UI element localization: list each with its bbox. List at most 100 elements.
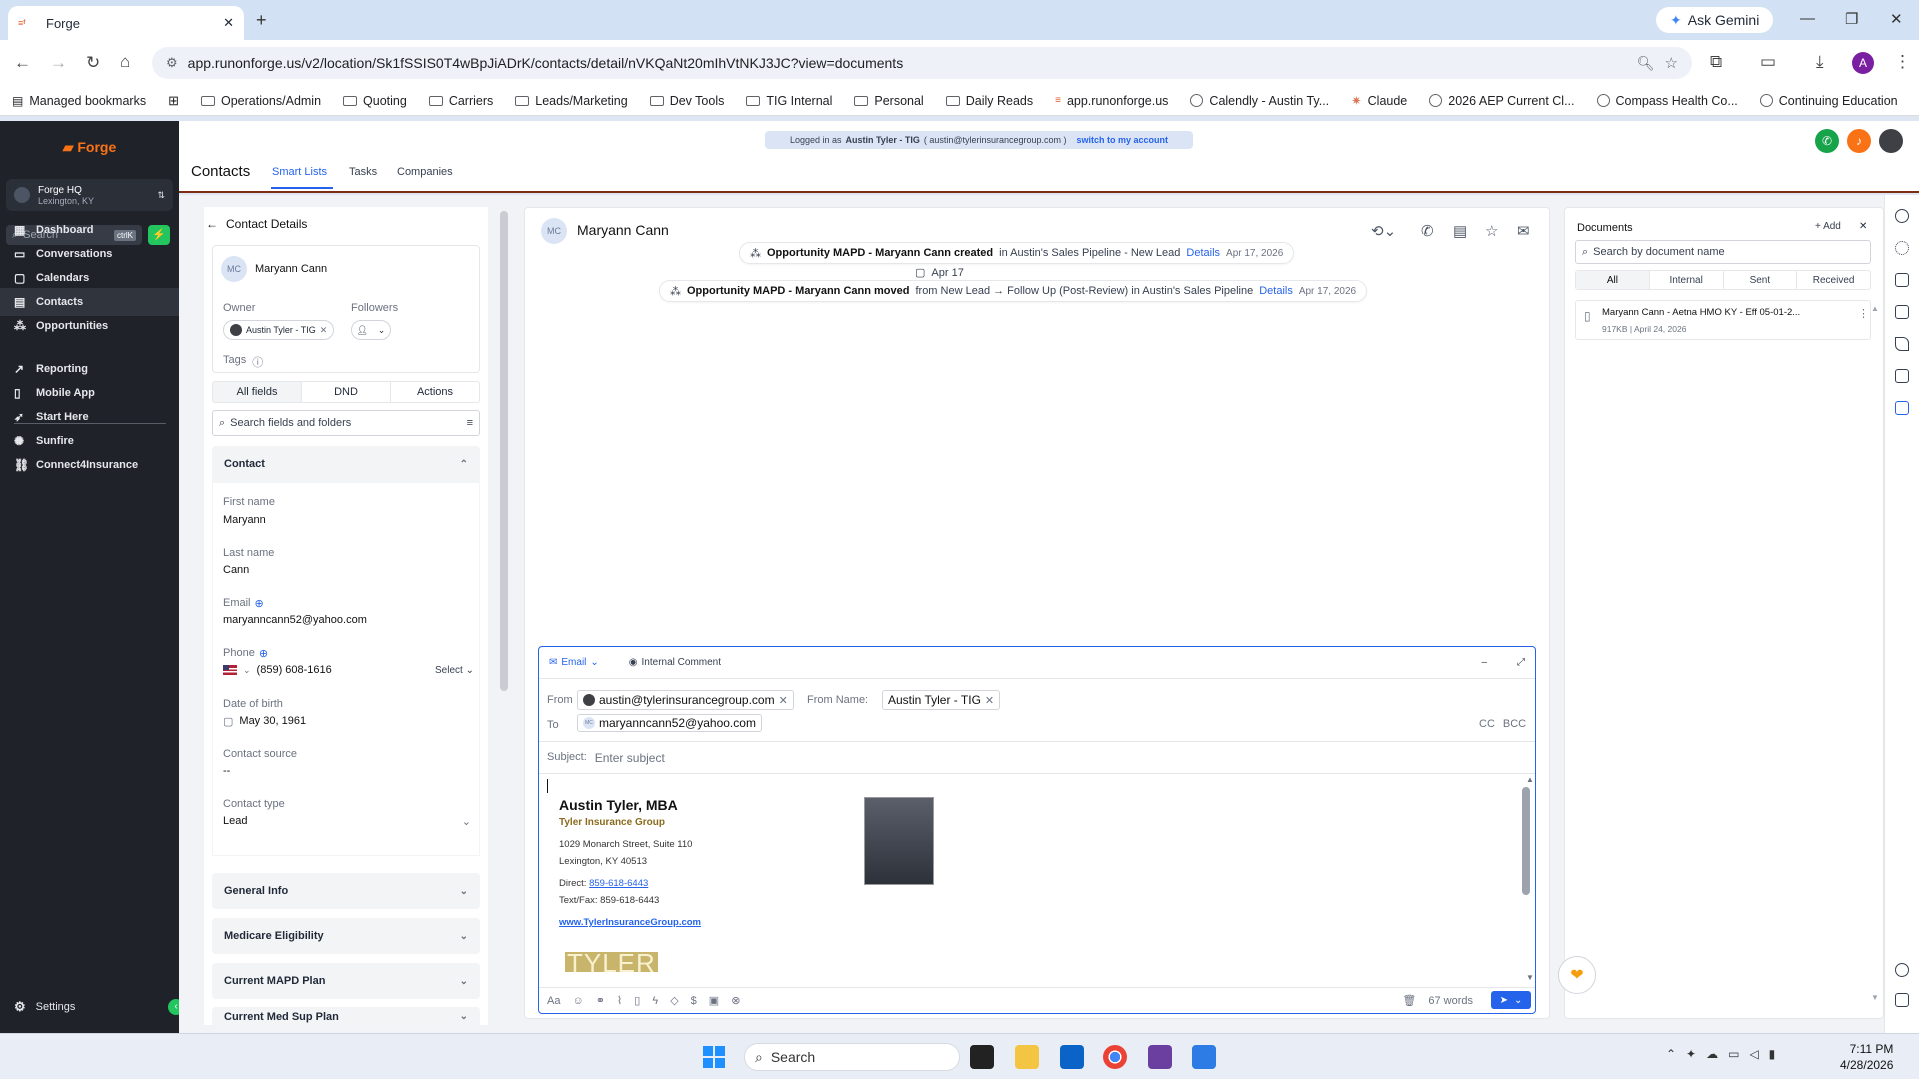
conversation-ai-icon[interactable]: ⟲⌄	[1371, 222, 1396, 240]
more-options-icon[interactable]: ⋮	[1858, 307, 1869, 320]
call-icon[interactable]: ✆	[1421, 222, 1434, 240]
calendar-icon[interactable]	[1895, 369, 1909, 383]
sidebar-item-connect4insurance[interactable]: ⛓ Connect4Insurance	[0, 451, 179, 479]
bookmark-item[interactable]: Quoting	[343, 94, 407, 108]
scroll-down-arrow-icon[interactable]: ▼	[1871, 993, 1879, 1002]
downloads-icon[interactable]: ⤓	[1816, 52, 1824, 72]
contact-source-field[interactable]: --	[223, 765, 230, 777]
filter-all[interactable]: All	[1576, 271, 1650, 289]
forward-icon[interactable]: →	[50, 53, 67, 73]
ask-gemini-button[interactable]: ✦ Ask Gemini	[1656, 7, 1774, 33]
add-email-icon[interactable]: ⊕	[255, 597, 264, 610]
remove-owner-icon[interactable]: ✕	[320, 325, 328, 336]
filter-icon[interactable]: ≡	[467, 417, 473, 429]
bookmark-item[interactable]: Personal	[854, 94, 924, 108]
scroll-up-arrow-icon[interactable]: ▲	[1526, 775, 1534, 784]
home-icon[interactable]: ⌂	[120, 52, 130, 72]
bcc-button[interactable]: BCC	[1503, 718, 1526, 730]
direct-phone-link[interactable]: 859-618-6443	[589, 878, 648, 889]
help-chat-bubble-icon[interactable]: ❤	[1558, 956, 1596, 994]
phone-dialer-icon[interactable]: ✆	[1815, 129, 1839, 153]
owner-chip[interactable]: Austin Tyler - TIG ✕	[223, 320, 335, 340]
back-arrow-icon[interactable]: ←	[206, 217, 218, 231]
location-switcher[interactable]: Forge HQ Lexington, KY ⇅	[6, 179, 173, 211]
section-current-mapd-plan[interactable]: Current MAPD Plan ⌄	[212, 963, 480, 999]
bookmark-item[interactable]: ✷ Claude	[1351, 93, 1407, 109]
switch-account-link[interactable]: switch to my account	[1077, 135, 1169, 145]
email-field[interactable]: maryanncann52@yahoo.com	[223, 614, 367, 626]
restore-window-icon[interactable]: ❐	[1845, 10, 1858, 28]
notes-pencil-icon[interactable]	[1895, 337, 1909, 351]
image-icon[interactable]: ▣	[709, 994, 719, 1007]
menu-kebab-icon[interactable]: ⋮	[1894, 52, 1911, 72]
opportunities-icon[interactable]	[1895, 273, 1909, 287]
tab-tasks[interactable]: Tasks	[349, 166, 377, 178]
event-details-link[interactable]: Details	[1259, 285, 1293, 297]
cc-button[interactable]: CC	[1479, 718, 1495, 730]
info-icon[interactable]	[1895, 963, 1909, 977]
system-tray[interactable]: ⌃✦☁▭◁▮	[1666, 1047, 1785, 1061]
link-icon[interactable]: ⚭	[596, 994, 605, 1007]
dollar-icon[interactable]: $	[691, 995, 697, 1007]
contact-type-select[interactable]: Lead ⌄	[223, 815, 471, 828]
star-icon[interactable]: ☆	[1485, 222, 1498, 240]
zoom-icon[interactable]: 🔍︎	[1637, 55, 1655, 72]
bookmark-item[interactable]: Calendly - Austin Ty...	[1190, 94, 1329, 108]
send-button[interactable]: ➤ ⌄	[1491, 991, 1531, 1009]
reload-icon[interactable]: ↻	[86, 53, 100, 73]
add-phone-icon[interactable]: ⊕	[259, 647, 268, 660]
taskbar-clock[interactable]: 7:11 PM 4/28/2026	[1840, 1041, 1893, 1073]
tab-companies[interactable]: Companies	[397, 166, 453, 178]
tag-icon[interactable]: ◇	[670, 994, 678, 1007]
taskbar-search[interactable]: ⌕ Search	[744, 1043, 960, 1071]
segment-all-fields[interactable]: All fields	[213, 382, 302, 402]
subject-row[interactable]: Subject: Enter subject	[547, 751, 665, 765]
section-general-info[interactable]: General Info ⌄	[212, 873, 480, 909]
document-search-input[interactable]: ⌕ Search by document name	[1575, 240, 1871, 264]
from-name-chip[interactable]: Austin Tyler - TIG ✕	[882, 690, 1001, 710]
site-info-icon[interactable]: ⚙	[166, 55, 178, 71]
bookmark-item[interactable]: Compass Health Co...	[1596, 94, 1738, 108]
signature-website-link[interactable]: www.TylerInsuranceGroup.com	[559, 917, 701, 928]
tab-email[interactable]: ✉ Email ⌄	[549, 657, 599, 668]
event-details-link[interactable]: Details	[1186, 247, 1220, 259]
bookmark-star-icon[interactable]: ☆	[1665, 54, 1678, 72]
notifications-bell-icon[interactable]: ♪	[1847, 129, 1871, 153]
apps-grid-icon[interactable]: ⊞	[168, 93, 179, 109]
followers-select[interactable]: 👤︎ ⌄	[351, 320, 391, 340]
file-explorer-icon[interactable]	[1015, 1045, 1039, 1069]
bookmark-item[interactable]: ▤ Managed bookmarks	[12, 94, 146, 108]
sidebar-item-settings[interactable]: ⚙ Settings	[0, 993, 179, 1021]
section-current-med-sup-plan[interactable]: Current Med Sup Plan ⌄	[212, 1007, 480, 1025]
filter-sent[interactable]: Sent	[1724, 271, 1798, 289]
phone-field[interactable]: ⌄ (859) 608-1616	[223, 664, 332, 676]
bookmark-item[interactable]: Carriers	[428, 94, 493, 108]
bookmark-item[interactable]: Dev Tools	[649, 94, 724, 108]
tab-smart-lists[interactable]: Smart Lists	[272, 166, 327, 178]
remove-from-icon[interactable]: ✕	[779, 694, 788, 707]
minimize-composer-icon[interactable]: –	[1481, 657, 1487, 668]
profile-avatar[interactable]: A	[1852, 52, 1874, 74]
tasks-check-icon[interactable]	[1895, 305, 1909, 319]
user-avatar[interactable]	[1879, 129, 1903, 153]
new-tab-button[interactable]: +	[256, 10, 267, 31]
extensions-icon[interactable]: ⧉	[1710, 52, 1722, 72]
expand-composer-icon[interactable]: ⤢	[1517, 657, 1525, 668]
phone-type-select[interactable]: Select ⌄	[435, 665, 474, 676]
tab-internal-comment[interactable]: ◉ Internal Comment	[629, 657, 721, 668]
remove-from-name-icon[interactable]: ✕	[985, 694, 994, 707]
trigger-bolt-icon[interactable]: ϟ	[652, 995, 658, 1007]
address-bar[interactable]: ⚙ app.runonforge.us/v2/location/Sk1fSSIS…	[152, 47, 1692, 79]
windows-start-icon[interactable]	[703, 1046, 725, 1068]
from-email-chip[interactable]: austin@tylerinsurancegroup.com ✕	[577, 690, 794, 710]
close-window-icon[interactable]: ✕	[1890, 10, 1903, 28]
bookmark-item[interactable]: 2026 AEP Current Cl...	[1429, 94, 1575, 108]
segment-dnd[interactable]: DND	[302, 382, 391, 402]
bookmark-item[interactable]: Leads/Marketing	[515, 94, 628, 108]
bookmark-item[interactable]: TIG Internal	[746, 94, 832, 108]
bookmark-item[interactable]: Operations/Admin	[200, 94, 321, 108]
task-view-icon[interactable]	[970, 1045, 994, 1069]
composer-scrollbar[interactable]	[1522, 787, 1530, 895]
scroll-up-arrow-icon[interactable]: ▲	[1871, 304, 1879, 313]
folder-add-icon[interactable]: ▤	[1453, 222, 1467, 240]
